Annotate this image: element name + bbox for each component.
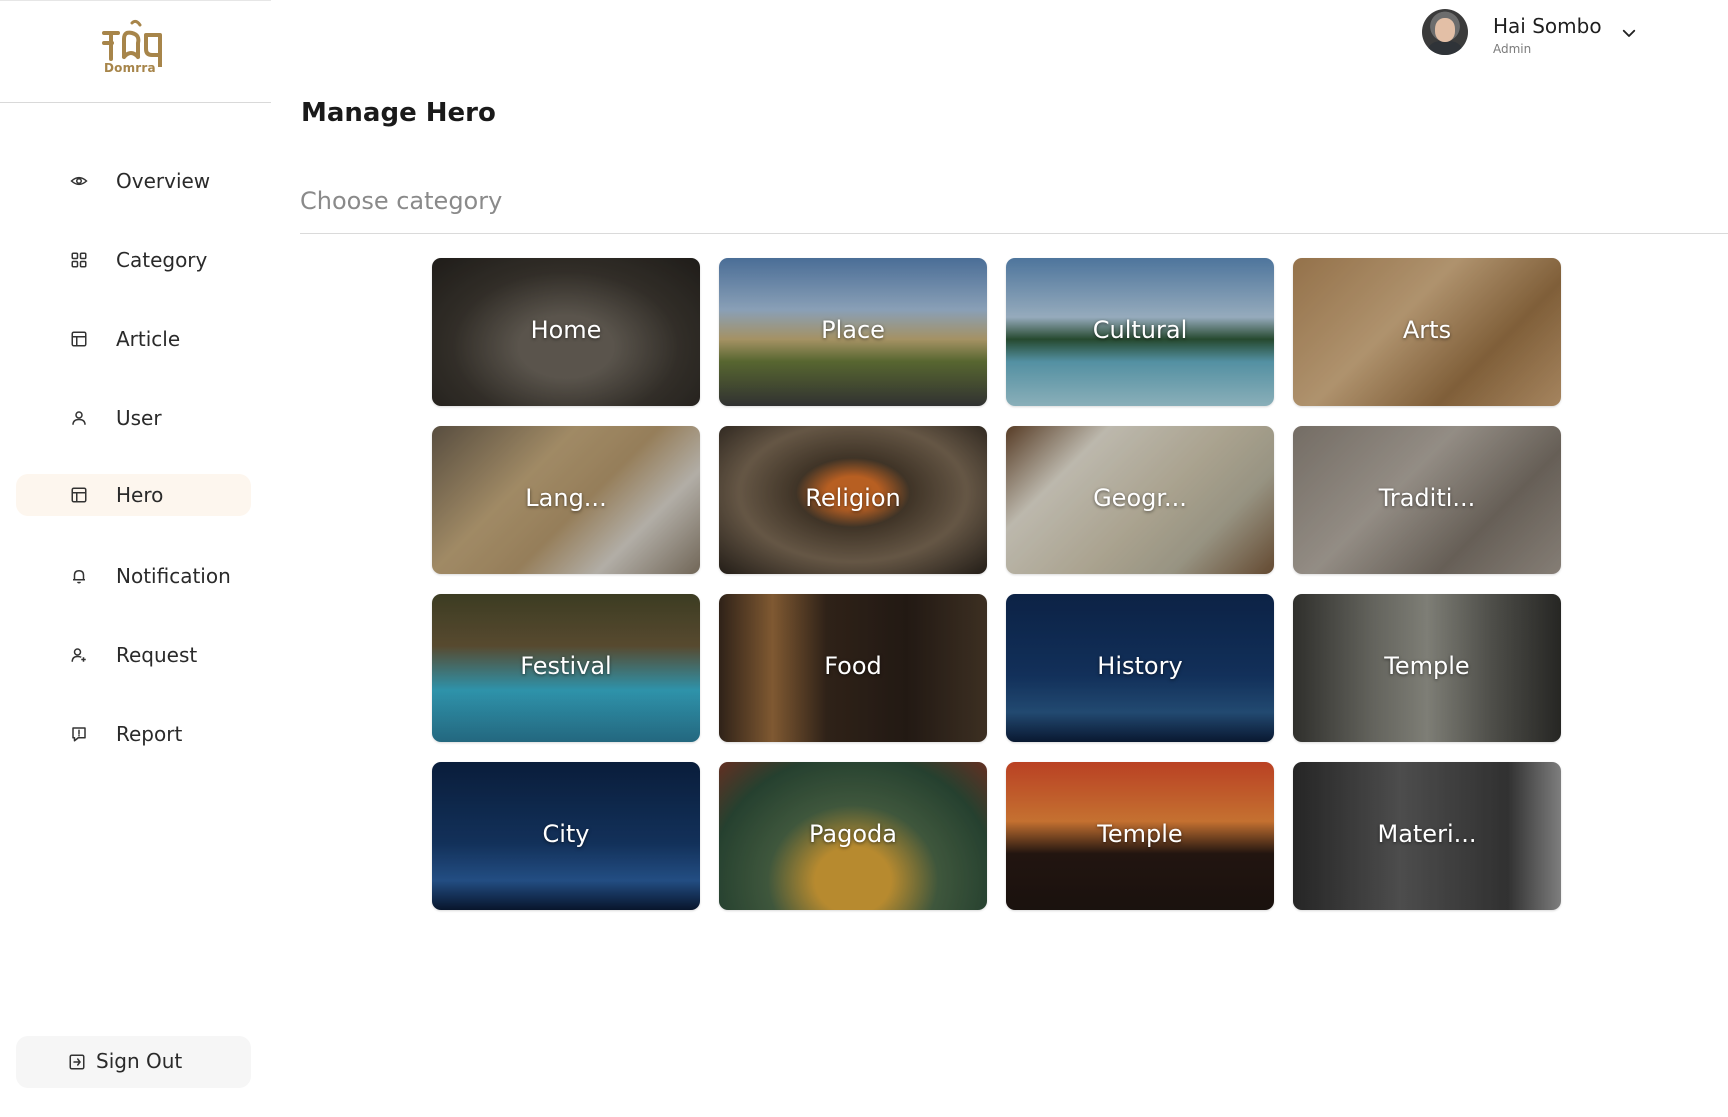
category-card-pagoda[interactable]: Pagoda [719,762,987,910]
category-card-temple[interactable]: Temple [1293,594,1561,742]
sign-out-button[interactable]: Sign Out [16,1036,251,1088]
sidebar-item-label: Report [116,722,183,746]
eye-icon [70,176,88,186]
category-card-cultural[interactable]: Cultural [1006,258,1274,406]
sidebar-item-category[interactable]: Category [16,239,251,281]
bell-icon [73,570,85,584]
user-name: Hai Sombo [1493,14,1602,38]
layout-icon [71,331,87,347]
sign-out-label: Sign Out [96,1049,183,1073]
category-card-religion[interactable]: Religion [719,426,987,574]
category-card-label: City [542,820,590,848]
sidebar-item-report[interactable]: Report [16,713,251,755]
sidebar-item-label: Hero [116,483,164,507]
category-card-tradition[interactable]: Traditi... [1293,426,1561,574]
category-card-language[interactable]: Lang... [432,426,700,574]
category-card-label: Arts [1402,316,1452,344]
user-plus-icon [71,648,86,662]
user-role: Admin [1493,42,1532,56]
category-card-city[interactable]: City [432,762,700,910]
category-card-label: Lang... [525,484,607,512]
sidebar: Domrra Overview Category Article User He… [0,0,271,1117]
category-card-label: Traditi... [1378,484,1476,512]
sidebar-item-label: User [116,406,162,430]
sidebar-item-label: Request [116,643,198,667]
category-card-material[interactable]: Materi... [1293,762,1561,910]
sidebar-item-label: Article [116,327,181,351]
category-card-label: Home [530,316,602,344]
sidebar-item-label: Notification [116,564,231,588]
category-card-food[interactable]: Food [719,594,987,742]
grid-icon [71,252,87,268]
avatar [1422,9,1468,55]
sidebar-item-notification[interactable]: Notification [16,555,251,597]
sidebar-item-label: Category [116,248,208,272]
category-card-label: Cultural [1092,316,1188,344]
category-card-label: Temple [1384,652,1470,680]
sidebar-item-request[interactable]: Request [16,634,251,676]
category-card-label: Pagoda [809,820,897,848]
sign-out-icon [69,1054,85,1070]
user-menu[interactable]: Hai Sombo Admin [1420,8,1650,64]
logo-mark-icon [102,19,162,69]
sidebar-item-hero[interactable]: Hero [16,474,251,516]
category-card-arts[interactable]: Arts [1293,258,1561,406]
layout-icon [71,487,87,503]
category-card-label: Temple [1097,820,1183,848]
category-card-label: Place [821,316,885,344]
category-card-home[interactable]: Home [432,258,700,406]
category-card-label: Festival [520,652,612,680]
category-card-temple-2[interactable]: Temple [1006,762,1274,910]
category-card-label: History [1097,652,1183,680]
sidebar-item-overview[interactable]: Overview [16,160,251,202]
category-card-place[interactable]: Place [719,258,987,406]
logo-area: Domrra [0,0,271,103]
category-card-history[interactable]: History [1006,594,1274,742]
logo-text: Domrra [104,61,156,75]
sidebar-item-user[interactable]: User [16,397,251,439]
category-card-label: Geogr... [1093,484,1187,512]
category-card-festival[interactable]: Festival [432,594,700,742]
category-card-label: Materi... [1377,820,1477,848]
category-card-geography[interactable]: Geogr... [1006,426,1274,574]
category-card-label: Religion [805,484,901,512]
choose-category-label: Choose category [300,187,503,215]
domrra-logo[interactable]: Domrra [100,19,170,79]
chevron-down-icon[interactable] [1620,24,1638,42]
user-icon [72,411,86,425]
sidebar-item-article[interactable]: Article [16,318,251,360]
category-card-label: Food [824,652,882,680]
sidebar-item-label: Overview [116,169,211,193]
page-title: Manage Hero [301,98,496,128]
report-icon [72,727,86,742]
divider [300,233,1728,234]
